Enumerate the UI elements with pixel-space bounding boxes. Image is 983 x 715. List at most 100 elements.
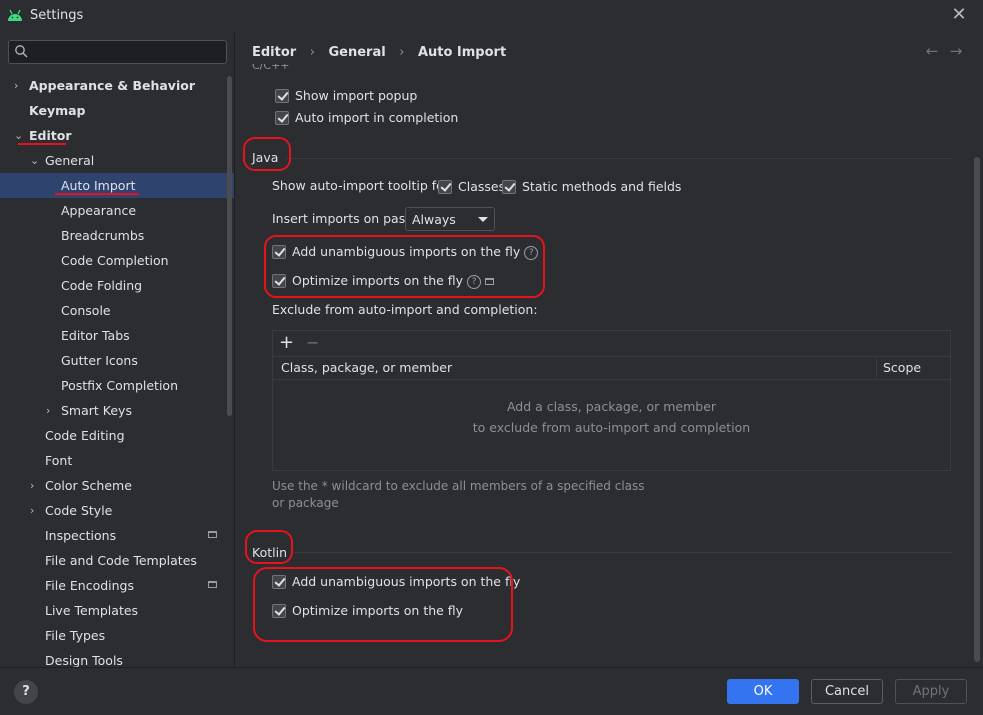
android-studio-icon [8,9,22,21]
sidebar-item-auto-import[interactable]: Auto Import [0,173,234,198]
sidebar-item-inspections[interactable]: Inspections [0,523,234,548]
auto-import-completion-checkbox[interactable] [275,111,289,125]
sidebar-item-label: Code Style [45,503,113,518]
exclude-label: Exclude from auto-import and completion: [272,302,538,317]
help-icon[interactable]: ? [524,245,539,260]
java-add-unambiguous-text: Add unambiguous imports on the fly [292,244,521,259]
help-icon[interactable]: ? [467,274,482,289]
help-button[interactable]: ? [14,680,38,704]
chevron-right-icon[interactable]: › [46,398,58,423]
sidebar-item-label: Color Scheme [45,478,132,493]
sidebar-item-color-scheme[interactable]: › Color Scheme [0,473,234,498]
breadcrumb-general[interactable]: General [328,45,385,60]
forward-arrow-icon[interactable]: → [944,42,968,60]
sidebar-item-code-style[interactable]: › Code Style [0,498,234,523]
sidebar-item-label: Auto Import [61,178,136,193]
classes-checkbox[interactable] [438,180,452,194]
sidebar-item-label: Live Templates [45,603,139,618]
kotlin-add-unambiguous-label: Add unambiguous imports on the fly [292,574,521,589]
sidebar-item-console[interactable]: Console [0,298,234,323]
chevron-down-icon[interactable]: ⌄ [30,148,42,173]
search-icon [15,45,28,58]
sidebar-item-file-types[interactable]: File Types [0,623,234,648]
sidebar-item-label: Gutter Icons [61,353,138,368]
project-settings-icon [208,531,217,538]
sidebar-item-postfix-completion[interactable]: Postfix Completion [0,373,234,398]
sidebar-item-label: File Encodings [45,578,135,593]
column-header-class[interactable]: Class, package, or member [281,360,452,375]
sidebar-item-editor[interactable]: ⌄ Editor [0,123,234,148]
column-header-scope[interactable]: Scope [883,360,921,375]
sidebar-item-breadcrumbs[interactable]: Breadcrumbs [0,223,234,248]
close-icon[interactable]: ✕ [949,5,969,25]
kotlin-optimize-checkbox[interactable] [272,604,286,618]
breadcrumb-editor[interactable]: Editor [252,45,296,60]
content-scrollbar[interactable] [974,157,980,662]
java-optimize-checkbox[interactable] [272,274,286,288]
insert-imports-value: Always [412,212,456,227]
sidebar-item-file-code-templates[interactable]: File and Code Templates [0,548,234,573]
show-import-popup-label: Show import popup [295,88,418,103]
java-add-unambiguous-label: Add unambiguous imports on the fly ? [292,242,539,262]
sidebar-item-label: Editor [29,128,72,143]
sidebar-item-code-editing[interactable]: Code Editing [0,423,234,448]
sidebar-item-general[interactable]: ⌄ General [0,148,234,173]
sidebar-item-label: Keymap [29,103,86,118]
sidebar-item-keymap[interactable]: Keymap [0,98,234,123]
sidebar-item-label: Font [45,453,73,468]
title-bar: Settings ✕ [0,0,983,32]
sidebar-item-smart-keys[interactable]: › Smart Keys [0,398,234,423]
search-field[interactable] [8,40,227,64]
settings-content: Editor › General › Auto Import ← → C/C++ … [236,32,983,667]
insert-imports-dropdown[interactable]: Always [405,207,495,231]
table-header: Class, package, or member Scope [273,356,950,380]
static-methods-checkbox[interactable] [502,180,516,194]
breadcrumb: Editor › General › Auto Import [252,45,506,60]
sidebar-item-label: File Types [45,628,106,643]
sidebar-item-live-templates[interactable]: Live Templates [0,598,234,623]
sidebar-item-label: Design Tools [45,653,123,667]
java-optimize-label: Optimize imports on the fly ? [292,271,495,291]
dialog-footer: ? OK Cancel Apply [0,667,983,715]
java-add-unambiguous-checkbox[interactable] [272,245,286,259]
sidebar-item-label: Appearance & Behavior [29,78,195,93]
chevron-right-icon[interactable]: › [30,473,42,498]
cancel-button[interactable]: Cancel [811,679,883,704]
sidebar-item-editor-tabs[interactable]: Editor Tabs [0,323,234,348]
sidebar-item-code-completion[interactable]: Code Completion [0,248,234,273]
classes-label: Classes [458,179,506,194]
sidebar-item-code-folding[interactable]: Code Folding [0,273,234,298]
search-input[interactable] [35,43,220,61]
static-methods-label: Static methods and fields [522,179,682,194]
chevron-down-icon[interactable]: ⌄ [14,123,26,148]
kotlin-add-unambiguous-checkbox[interactable] [272,575,286,589]
sidebar-item-label: Console [61,303,111,318]
sidebar-scrollbar[interactable] [227,76,232,416]
history-nav: ← → [920,42,968,60]
sidebar-item-appearance[interactable]: Appearance [0,198,234,223]
section-divider [294,552,952,553]
window-title: Settings [30,8,84,23]
column-divider[interactable] [876,357,877,380]
sidebar-item-appearance-behavior[interactable]: › Appearance & Behavior [0,73,234,98]
back-arrow-icon[interactable]: ← [920,42,944,60]
chevron-right-icon[interactable]: › [30,498,42,523]
apply-button[interactable]: Apply [895,679,967,704]
sidebar-item-file-encodings[interactable]: File Encodings [0,573,234,598]
sidebar-item-font[interactable]: Font [0,448,234,473]
java-optimize-text: Optimize imports on the fly [292,273,464,288]
add-icon[interactable]: + [279,331,294,355]
sidebar-item-label: Inspections [45,528,117,543]
remove-icon[interactable]: − [306,331,319,355]
sidebar-item-label: Breadcrumbs [61,228,145,243]
sidebar-item-label: General [45,153,95,168]
sidebar-item-label: Code Completion [61,253,169,268]
sidebar-item-label: Smart Keys [61,403,132,418]
chevron-right-icon[interactable]: › [14,73,26,98]
sidebar-item-design-tools[interactable]: Design Tools [0,648,234,667]
ok-button[interactable]: OK [727,679,799,704]
show-import-popup-checkbox[interactable] [275,89,289,103]
chevron-down-icon [478,217,488,222]
sidebar-item-gutter-icons[interactable]: Gutter Icons [0,348,234,373]
kotlin-section-title: Kotlin [252,545,287,560]
